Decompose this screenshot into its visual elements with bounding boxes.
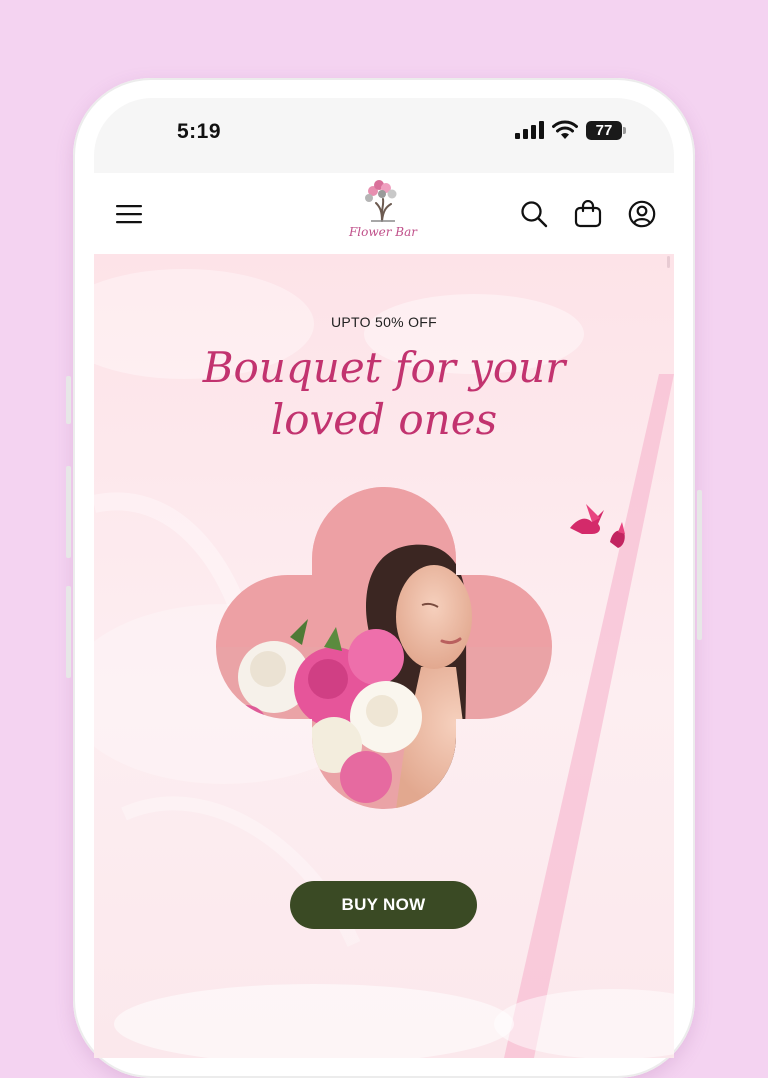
account-button[interactable] [625, 197, 659, 231]
scroll-indicator [667, 256, 670, 268]
hero-portrait-image [216, 487, 552, 809]
buy-now-button[interactable]: BUY NOW [290, 881, 477, 929]
search-icon [521, 201, 548, 228]
menu-button[interactable] [112, 197, 146, 231]
hero-headline-line2: loved ones [270, 395, 498, 444]
search-button[interactable] [517, 197, 551, 231]
shopping-bag-icon [574, 200, 602, 228]
status-time: 5:19 [177, 120, 222, 143]
battery-level: 77 [595, 121, 613, 139]
user-account-icon [628, 200, 656, 228]
tree-logo-icon [365, 180, 397, 222]
hero-headline-line1: Bouquet for your [202, 343, 566, 392]
status-icons: 77 [514, 120, 626, 140]
phone-volume-down [66, 586, 71, 678]
brand-logo-text: Flower Bar [348, 225, 418, 239]
hero-headline: Bouquet for your loved ones [154, 342, 614, 446]
phone-power-button [697, 490, 702, 640]
brand-logo[interactable]: Flower Bar [343, 177, 423, 249]
phone-screen: 5:19 77 Flower Bar UPTO 50% OFF Bouquet … [94, 98, 674, 1058]
hero-banner: UPTO 50% OFF Bouquet for your loved ones [94, 254, 674, 1058]
hamburger-menu-icon [116, 205, 142, 224]
site-header: Flower Bar [94, 173, 674, 254]
phone-volume-up [66, 466, 71, 558]
birds-illustration [570, 504, 625, 548]
wifi-icon [552, 120, 578, 139]
cellular-signal-icon [515, 121, 544, 139]
discount-eyebrow: UPTO 50% OFF [330, 314, 438, 330]
cart-button[interactable] [571, 197, 605, 231]
phone-silent-switch [66, 376, 71, 424]
battery-indicator: 77 [586, 120, 626, 140]
